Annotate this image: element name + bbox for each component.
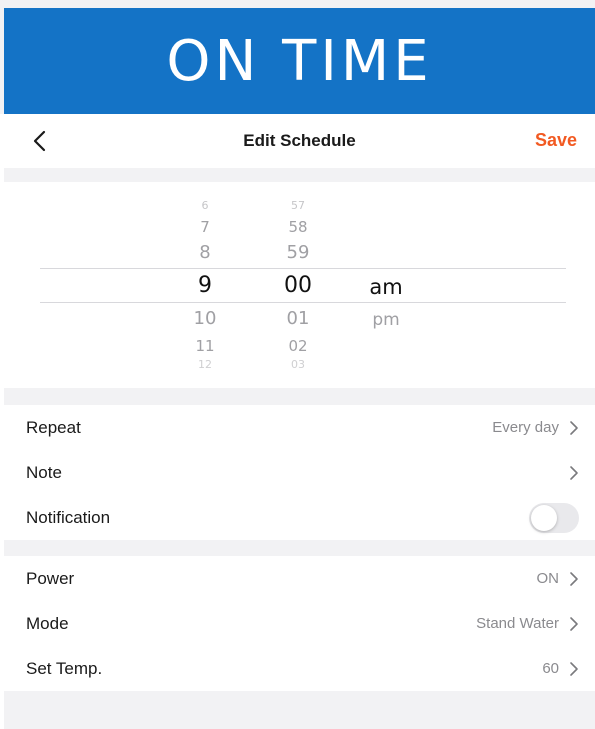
hour-option[interactable]: 6 (175, 199, 235, 212)
hour-option[interactable]: 10 (175, 308, 235, 329)
repeat-row[interactable]: Repeat Every day (4, 405, 595, 450)
minute-option[interactable]: 57 (268, 199, 328, 212)
temp-value: 60 (542, 660, 559, 677)
power-value: ON (536, 570, 560, 587)
minute-option[interactable]: 01 (268, 308, 328, 329)
minute-option[interactable]: 02 (268, 337, 328, 355)
period-selected[interactable]: am (356, 275, 416, 299)
minute-option[interactable]: 03 (268, 358, 328, 371)
temp-label: Set Temp. (26, 658, 103, 678)
minute-option[interactable]: 58 (268, 218, 328, 236)
chevron-right-icon (570, 420, 578, 435)
hour-option[interactable]: 11 (175, 337, 235, 355)
schedule-settings: Repeat Every day Note Notification (4, 405, 595, 540)
mode-label: Mode (26, 613, 69, 633)
page-title: Edit Schedule (243, 131, 356, 150)
hour-option[interactable]: 8 (175, 242, 235, 263)
banner: ON TIME (4, 8, 595, 114)
minute-selected[interactable]: 00 (268, 273, 328, 298)
notification-toggle[interactable] (529, 502, 579, 533)
time-picker[interactable]: 6 7 8 9 10 11 12 57 58 59 00 01 02 03 am… (4, 182, 595, 388)
save-button[interactable]: Save (535, 130, 577, 151)
mode-row[interactable]: Mode Stand Water (4, 601, 595, 646)
repeat-value: Every day (492, 419, 559, 436)
notification-row: Notification (4, 495, 595, 540)
minute-option[interactable]: 59 (268, 242, 328, 263)
device-settings: Power ON Mode Stand Water Set Temp. 60 (4, 556, 595, 691)
repeat-label: Repeat (26, 417, 81, 437)
banner-title: ON TIME (166, 28, 433, 94)
notification-label: Notification (26, 507, 111, 527)
hour-selected[interactable]: 9 (175, 273, 235, 298)
note-row[interactable]: Note (4, 450, 595, 495)
hour-option[interactable]: 7 (175, 218, 235, 236)
temp-row[interactable]: Set Temp. 60 (4, 646, 595, 691)
minute-wheel[interactable]: 57 58 59 00 01 02 03 (268, 182, 328, 388)
hour-option[interactable]: 12 (175, 358, 235, 371)
hour-wheel[interactable]: 6 7 8 9 10 11 12 (175, 182, 235, 388)
chevron-right-icon (570, 616, 578, 631)
power-label: Power (26, 568, 75, 588)
chevron-right-icon (570, 571, 578, 586)
chevron-right-icon (570, 465, 578, 480)
power-row[interactable]: Power ON (4, 556, 595, 601)
toggle-knob (531, 504, 557, 531)
nav-bar: Edit Schedule Save (4, 114, 595, 168)
chevron-right-icon (570, 661, 578, 676)
period-option[interactable]: pm (356, 310, 416, 330)
period-wheel[interactable]: am pm (356, 182, 416, 388)
mode-value: Stand Water (476, 615, 559, 632)
note-label: Note (26, 462, 62, 482)
